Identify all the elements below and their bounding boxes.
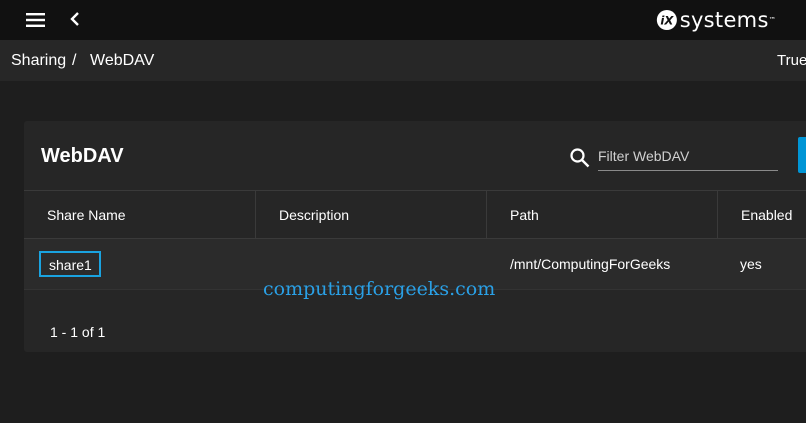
cell-share-name: share1 bbox=[39, 239, 101, 289]
truenas-brand-text: True bbox=[777, 52, 806, 69]
logo-text: systems™ bbox=[679, 8, 776, 32]
column-header-enabled[interactable]: Enabled bbox=[717, 191, 806, 239]
column-header-path[interactable]: Path bbox=[486, 191, 717, 239]
ixsystems-logo: iX systems™ bbox=[656, 6, 776, 34]
hamburger-menu-icon[interactable] bbox=[24, 11, 50, 29]
share-name-value[interactable]: share1 bbox=[39, 251, 101, 277]
filter-webdav-input[interactable] bbox=[598, 142, 778, 171]
top-toolbar: iX systems™ bbox=[0, 0, 806, 40]
watermark-text: computingforgeeks.com bbox=[263, 278, 496, 300]
paginator-range-label: 1 - 1 of 1 bbox=[50, 324, 106, 340]
cell-path: /mnt/ComputingForGeeks bbox=[510, 256, 671, 272]
logo-mark-icon: iX bbox=[656, 9, 677, 31]
column-header-description[interactable]: Description bbox=[255, 191, 486, 239]
chevron-left-icon[interactable] bbox=[66, 10, 86, 28]
table-header: Share Name Description Path Enabled bbox=[24, 190, 806, 239]
card-title: WebDAV bbox=[41, 145, 124, 167]
add-button[interactable] bbox=[798, 137, 806, 173]
breadcrumb-webdav: WebDAV bbox=[90, 52, 155, 69]
logo-mark-text: iX bbox=[660, 14, 674, 28]
page-header: Sharing / WebDAV True bbox=[0, 40, 806, 81]
search-icon bbox=[570, 148, 590, 168]
breadcrumb-sharing[interactable]: Sharing bbox=[11, 40, 66, 81]
column-header-share-name[interactable]: Share Name bbox=[24, 191, 255, 239]
cell-enabled: yes bbox=[740, 256, 762, 272]
breadcrumb-separator: / bbox=[72, 52, 77, 69]
webdav-card: WebDAV Share Name Description Path Enabl… bbox=[24, 121, 806, 352]
